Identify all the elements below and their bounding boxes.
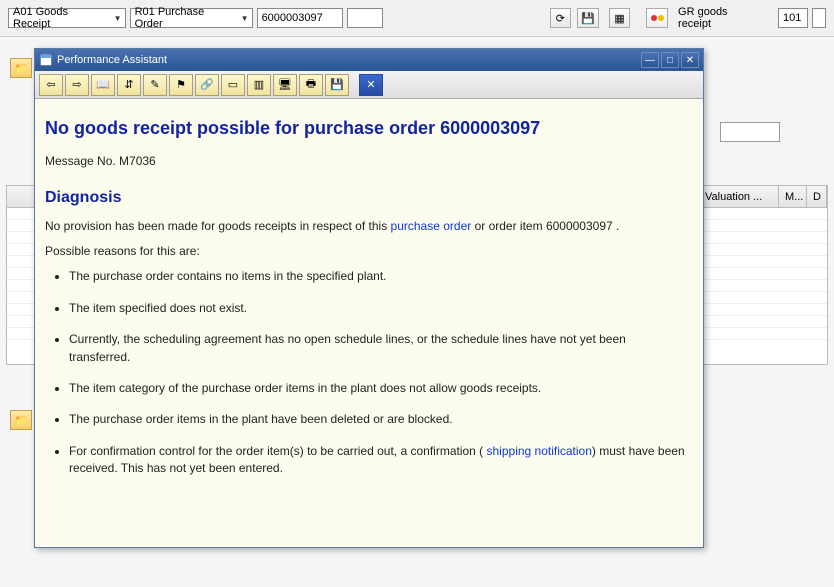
folder-expand-icon[interactable]: 📁: [10, 58, 32, 78]
reasons-intro: Possible reasons for this are:: [45, 243, 685, 260]
col-m[interactable]: M...: [779, 186, 807, 207]
desktop-icon[interactable]: 🖥: [273, 74, 297, 96]
aux-input[interactable]: [720, 122, 780, 142]
combo-label: A01 Goods Receipt: [13, 6, 107, 30]
close-toolbar-icon[interactable]: ✕: [359, 74, 383, 96]
reason-item: The item specified does not exist.: [69, 300, 685, 317]
maximize-button[interactable]: □: [661, 52, 679, 68]
po-item-input[interactable]: [347, 8, 383, 28]
dialog-titlebar[interactable]: Performance Assistant — □ ✕: [35, 49, 703, 71]
movement-type-extra[interactable]: [812, 8, 826, 28]
flag-icon[interactable]: ⚑: [169, 74, 193, 96]
reason-item: Currently, the scheduling agreement has …: [69, 331, 685, 366]
combo-label: R01 Purchase Order: [135, 6, 234, 30]
close-button[interactable]: ✕: [681, 52, 699, 68]
tree-icon[interactable]: ⇵: [117, 74, 141, 96]
reference-doc-combo[interactable]: R01 Purchase Order: [130, 8, 253, 28]
dialog-icon: [39, 53, 53, 67]
reasons-list: The purchase order contains no items in …: [69, 268, 685, 477]
shipping-notification-link[interactable]: shipping notification: [487, 444, 592, 458]
diagnosis-heading: Diagnosis: [45, 186, 685, 209]
col-valuation[interactable]: Valuation ...: [699, 186, 779, 207]
save-local-icon[interactable]: 💾: [325, 74, 349, 96]
message-number: Message No. M7036: [45, 153, 685, 170]
message-heading: No goods receipt possible for purchase o…: [45, 115, 685, 141]
nav-forward-icon[interactable]: ⇨: [65, 74, 89, 96]
col-d[interactable]: D: [807, 186, 827, 207]
movement-type-input[interactable]: [778, 8, 808, 28]
gr-label: GR goods receipt: [672, 6, 768, 30]
minimize-button[interactable]: —: [641, 52, 659, 68]
link-icon[interactable]: 🔗: [195, 74, 219, 96]
folder-expand-icon-2[interactable]: 📁: [10, 410, 32, 430]
dialog-toolbar: ⇦ ⇨ 📖 ⇵ ✎ ⚑ 🔗 ▭ ▥ 🖥 🖶 💾 ✕: [35, 71, 703, 99]
transaction-type-combo[interactable]: A01 Goods Receipt: [8, 8, 126, 28]
save-icon[interactable]: 💾: [577, 8, 599, 28]
reason-item: The purchase order contains no items in …: [69, 268, 685, 285]
diagnosis-text: No provision has been made for goods rec…: [45, 218, 685, 235]
status-indicator-icon[interactable]: [646, 8, 668, 28]
overview-icon[interactable]: ▦: [609, 8, 631, 28]
window-icon[interactable]: ▭: [221, 74, 245, 96]
reason-item: The item category of the purchase order …: [69, 380, 685, 397]
po-number-input[interactable]: [257, 8, 343, 28]
reason-item: The purchase order items in the plant ha…: [69, 411, 685, 428]
reason-item: For confirmation control for the order i…: [69, 443, 685, 478]
purchase-order-link[interactable]: purchase order: [391, 219, 472, 233]
dialog-content[interactable]: No goods receipt possible for purchase o…: [35, 99, 703, 547]
edit-icon[interactable]: ✎: [143, 74, 167, 96]
app-icon[interactable]: ▥: [247, 74, 271, 96]
execute-icon[interactable]: ⟳: [550, 8, 572, 28]
book-icon[interactable]: 📖: [91, 74, 115, 96]
nav-back-icon[interactable]: ⇦: [39, 74, 63, 96]
performance-assistant-dialog: Performance Assistant — □ ✕ ⇦ ⇨ 📖 ⇵ ✎ ⚑ …: [34, 48, 704, 548]
dialog-title: Performance Assistant: [57, 54, 167, 66]
print-icon[interactable]: 🖶: [299, 74, 323, 96]
